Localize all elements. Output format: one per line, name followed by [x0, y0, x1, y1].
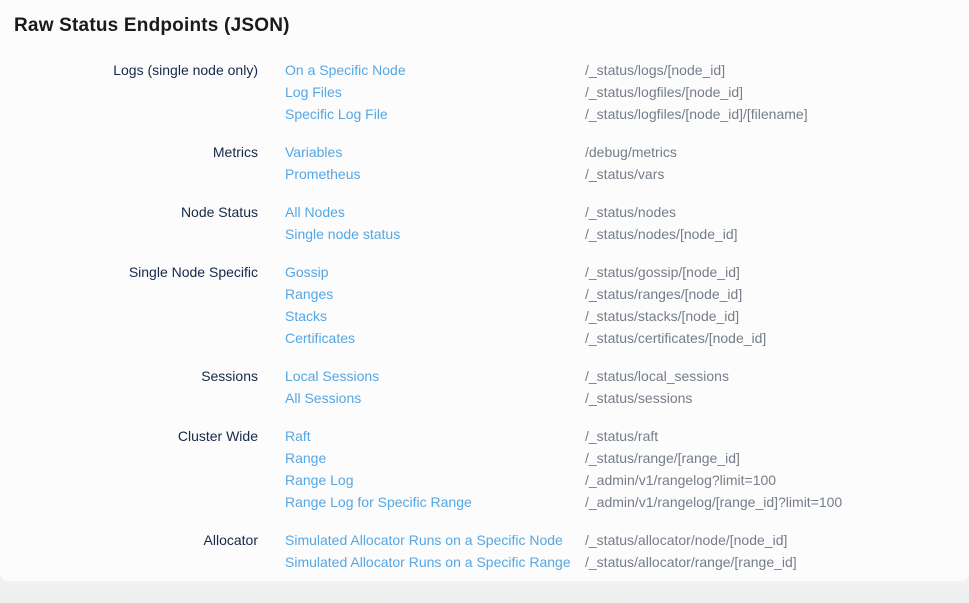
endpoint-group: Sessions Local Sessions /_status/local_s…	[0, 365, 969, 409]
group-rows: Simulated Allocator Runs on a Specific N…	[258, 529, 969, 573]
endpoint-row: Specific Log File /_status/logfiles/[nod…	[258, 103, 969, 125]
endpoint-row: Raft /_status/raft	[258, 425, 969, 447]
endpoint-row: Ranges /_status/ranges/[node_id]	[258, 283, 969, 305]
endpoint-groups: Logs (single node only) On a Specific No…	[0, 59, 969, 573]
endpoint-path: /_status/logfiles/[node_id]	[585, 81, 969, 103]
endpoint-link[interactable]: All Nodes	[258, 201, 585, 223]
endpoint-row: Prometheus /_status/vars	[258, 163, 969, 185]
endpoint-link[interactable]: Raft	[258, 425, 585, 447]
endpoint-path: /_status/local_sessions	[585, 365, 969, 387]
endpoint-link[interactable]: Simulated Allocator Runs on a Specific N…	[258, 529, 585, 551]
endpoint-link[interactable]: Single node status	[258, 223, 585, 245]
debug-page: Raw Status Endpoints (JSON) Logs (single…	[0, 0, 969, 603]
endpoint-path: /debug/metrics	[585, 141, 969, 163]
endpoint-group: Allocator Simulated Allocator Runs on a …	[0, 529, 969, 573]
endpoint-link[interactable]: Specific Log File	[258, 103, 585, 125]
endpoint-link[interactable]: Certificates	[258, 327, 585, 349]
endpoint-path: /_status/gossip/[node_id]	[585, 261, 969, 283]
endpoint-path: /_admin/v1/rangelog/[range_id]?limit=100	[585, 491, 969, 513]
endpoint-row: Simulated Allocator Runs on a Specific N…	[258, 529, 969, 551]
endpoint-group: Logs (single node only) On a Specific No…	[0, 59, 969, 125]
endpoint-group: Cluster Wide Raft /_status/raft Range /_…	[0, 425, 969, 513]
group-category-label: Cluster Wide	[0, 425, 258, 513]
endpoint-row: Range Log /_admin/v1/rangelog?limit=100	[258, 469, 969, 491]
endpoint-row: All Sessions /_status/sessions	[258, 387, 969, 409]
endpoint-row: Simulated Allocator Runs on a Specific R…	[258, 551, 969, 573]
endpoint-link[interactable]: Prometheus	[258, 163, 585, 185]
group-rows: Gossip /_status/gossip/[node_id] Ranges …	[258, 261, 969, 349]
endpoint-group: Node Status All Nodes /_status/nodes Sin…	[0, 201, 969, 245]
endpoint-path: /_status/ranges/[node_id]	[585, 283, 969, 305]
group-category-label: Sessions	[0, 365, 258, 409]
endpoint-path: /_status/logs/[node_id]	[585, 59, 969, 81]
group-category-label: Single Node Specific	[0, 261, 258, 349]
endpoint-path: /_status/nodes/[node_id]	[585, 223, 969, 245]
endpoint-link[interactable]: Stacks	[258, 305, 585, 327]
group-category-label: Logs (single node only)	[0, 59, 258, 125]
endpoint-path: /_status/vars	[585, 163, 969, 185]
group-rows: On a Specific Node /_status/logs/[node_i…	[258, 59, 969, 125]
endpoint-path: /_status/sessions	[585, 387, 969, 409]
endpoint-row: Range Log for Specific Range /_admin/v1/…	[258, 491, 969, 513]
endpoint-row: Local Sessions /_status/local_sessions	[258, 365, 969, 387]
endpoint-path: /_status/logfiles/[node_id]/[filename]	[585, 103, 969, 125]
endpoint-link[interactable]: On a Specific Node	[258, 59, 585, 81]
endpoint-row: Gossip /_status/gossip/[node_id]	[258, 261, 969, 283]
endpoint-link[interactable]: Local Sessions	[258, 365, 585, 387]
endpoint-link[interactable]: All Sessions	[258, 387, 585, 409]
endpoint-row: Single node status /_status/nodes/[node_…	[258, 223, 969, 245]
endpoint-path: /_status/raft	[585, 425, 969, 447]
endpoint-link[interactable]: Range Log for Specific Range	[258, 491, 585, 513]
group-rows: All Nodes /_status/nodes Single node sta…	[258, 201, 969, 245]
endpoint-link[interactable]: Log Files	[258, 81, 585, 103]
endpoint-path: /_status/certificates/[node_id]	[585, 327, 969, 349]
endpoint-path: /_status/allocator/range/[range_id]	[585, 551, 969, 573]
page-title: Raw Status Endpoints (JSON)	[14, 14, 969, 38]
endpoint-path: /_admin/v1/rangelog?limit=100	[585, 469, 969, 491]
endpoint-row: Log Files /_status/logfiles/[node_id]	[258, 81, 969, 103]
footer-band	[0, 581, 969, 603]
group-rows: Variables /debug/metrics Prometheus /_st…	[258, 141, 969, 185]
endpoint-group: Single Node Specific Gossip /_status/gos…	[0, 261, 969, 349]
endpoint-row: Range /_status/range/[range_id]	[258, 447, 969, 469]
endpoint-group: Metrics Variables /debug/metrics Prometh…	[0, 141, 969, 185]
endpoint-path: /_status/allocator/node/[node_id]	[585, 529, 969, 551]
group-category-label: Metrics	[0, 141, 258, 185]
group-rows: Local Sessions /_status/local_sessions A…	[258, 365, 969, 409]
endpoint-link[interactable]: Range Log	[258, 469, 585, 491]
endpoint-path: /_status/range/[range_id]	[585, 447, 969, 469]
endpoint-row: On a Specific Node /_status/logs/[node_i…	[258, 59, 969, 81]
group-rows: Raft /_status/raft Range /_status/range/…	[258, 425, 969, 513]
endpoint-row: Stacks /_status/stacks/[node_id]	[258, 305, 969, 327]
endpoint-row: Certificates /_status/certificates/[node…	[258, 327, 969, 349]
group-category-label: Allocator	[0, 529, 258, 573]
endpoint-row: All Nodes /_status/nodes	[258, 201, 969, 223]
endpoint-link[interactable]: Range	[258, 447, 585, 469]
endpoint-path: /_status/stacks/[node_id]	[585, 305, 969, 327]
endpoint-link[interactable]: Variables	[258, 141, 585, 163]
endpoint-link[interactable]: Simulated Allocator Runs on a Specific R…	[258, 551, 585, 573]
endpoint-link[interactable]: Gossip	[258, 261, 585, 283]
content-card: Raw Status Endpoints (JSON) Logs (single…	[0, 0, 969, 581]
endpoint-row: Variables /debug/metrics	[258, 141, 969, 163]
endpoint-link[interactable]: Ranges	[258, 283, 585, 305]
group-category-label: Node Status	[0, 201, 258, 245]
endpoint-path: /_status/nodes	[585, 201, 969, 223]
